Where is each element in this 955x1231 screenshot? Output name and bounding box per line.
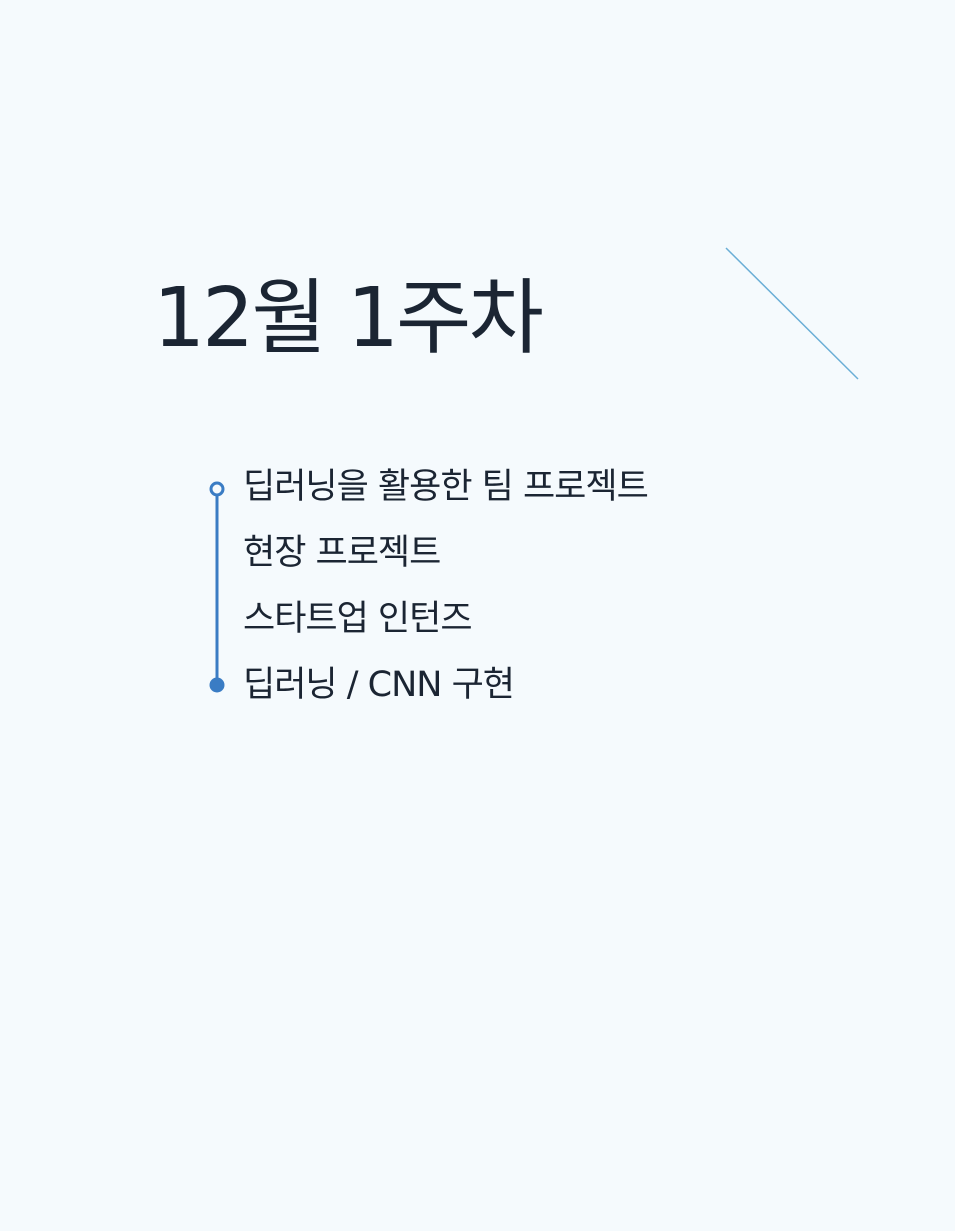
timeline-start-dot [209,481,225,497]
agenda-item-startup-interns: 스타트업 인턴즈 [243,599,473,639]
agenda-item-field-project: 현장 프로젝트 [243,533,441,573]
agenda-list: 딥러닝을 활용한 팀 프로젝트 현장 프로젝트 스타트업 인턴즈 딥러닝 / C… [243,454,649,718]
page-title: 12월 1주차 [153,271,544,366]
agenda-item-cnn: 딥러닝 / CNN 구현 [243,665,515,705]
agenda-item-team-project: 딥러닝을 활용한 팀 프로젝트 [243,467,649,507]
timeline-indicator [209,481,225,693]
timeline-end-dot [209,677,225,693]
decorative-diagonal-line [725,247,859,380]
